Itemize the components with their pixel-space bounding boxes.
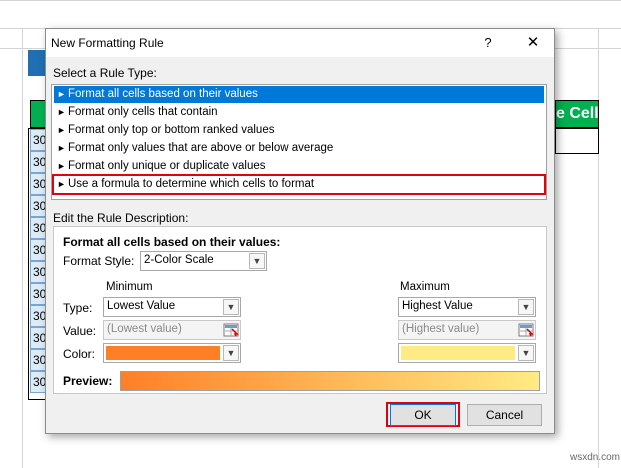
dialog-title: New Formatting Rule xyxy=(51,36,164,50)
maximum-color-picker[interactable]: ▼ xyxy=(398,343,536,363)
sheet-gridline xyxy=(22,28,23,468)
maximum-value-input[interactable]: (Highest value) xyxy=(398,320,536,340)
chevron-down-icon[interactable]: ▼ xyxy=(518,345,534,361)
rule-description-panel: Format all cells based on their values: … xyxy=(53,226,547,394)
chevron-down-icon[interactable]: ▼ xyxy=(223,299,239,315)
range-select-icon[interactable] xyxy=(518,322,534,338)
title-bar: New Formatting Rule ? ✕ xyxy=(46,29,554,57)
chevron-down-icon[interactable]: ▼ xyxy=(518,299,534,315)
watermark: wsxdn.com xyxy=(570,452,621,463)
rule-type-label: Format only cells that contain xyxy=(68,106,218,118)
triangle-right-icon: ► xyxy=(57,89,66,99)
maximum-heading: Maximum xyxy=(400,281,450,293)
minimum-type-dropdown[interactable]: Lowest Value ▼ xyxy=(103,297,241,317)
new-formatting-rule-dialog: New Formatting Rule ? ✕ Select a Rule Ty… xyxy=(45,28,555,434)
rule-type-label: Format only values that are above or bel… xyxy=(68,142,334,154)
chevron-down-icon[interactable]: ▼ xyxy=(223,345,239,361)
cancel-button[interactable]: Cancel xyxy=(467,404,542,426)
value-label: Value: xyxy=(63,324,97,338)
rule-type-label: Format only top or bottom ranked values xyxy=(68,124,275,136)
minimum-type-value: Lowest Value xyxy=(107,300,176,312)
sheet-gridline xyxy=(0,0,621,1)
rule-type-label: Format all cells based on their values xyxy=(68,88,258,100)
rule-type-label: Use a formula to determine which cells t… xyxy=(68,178,315,190)
edit-description-label: Edit the Rule Description: xyxy=(53,211,188,225)
triangle-right-icon: ► xyxy=(57,161,66,171)
maximum-color-swatch xyxy=(401,346,515,360)
rule-type-item[interactable]: ► Format only values that are above or be… xyxy=(54,140,544,157)
preview-gradient xyxy=(120,371,540,391)
minimum-value-input[interactable]: (Lowest value) xyxy=(103,320,241,340)
rule-type-item[interactable]: ► Format only cells that contain xyxy=(54,104,544,121)
rule-type-item[interactable]: ► Format only unique or duplicate values xyxy=(54,158,544,175)
maximum-type-value: Highest Value xyxy=(402,300,473,312)
rule-type-item[interactable]: ► Format all cells based on their values xyxy=(54,86,544,103)
maximum-type-dropdown[interactable]: Highest Value ▼ xyxy=(398,297,536,317)
range-select-icon[interactable] xyxy=(223,322,239,338)
select-rule-type-text: Select a Rule Type: xyxy=(53,66,157,80)
minimum-heading: Minimum xyxy=(106,281,153,293)
format-style-dropdown[interactable]: 2-Color Scale ▼ xyxy=(140,251,267,271)
close-button[interactable]: ✕ xyxy=(522,33,544,53)
header-green-cell-right: e Cell xyxy=(555,100,599,128)
ok-button[interactable]: OK xyxy=(390,404,456,426)
rule-type-item[interactable]: ► Format only top or bottom ranked values xyxy=(54,122,544,139)
header-cell-text: e Cell xyxy=(556,105,599,122)
select-rule-type-label: Select a Rule Type: xyxy=(53,66,157,80)
preview-label: Preview: xyxy=(63,374,113,388)
minimum-value-placeholder: (Lowest value) xyxy=(107,323,182,335)
edit-description-text: Edit the Rule Description: xyxy=(53,211,189,225)
sheet-gridline xyxy=(598,28,599,468)
help-button[interactable]: ? xyxy=(478,33,498,53)
rule-type-label: Format only unique or duplicate values xyxy=(68,160,266,172)
rule-type-item[interactable]: ► Use a formula to determine which cells … xyxy=(52,174,546,195)
minimum-color-swatch xyxy=(106,346,220,360)
rule-type-list[interactable]: ► Format all cells based on their values ►… xyxy=(51,84,547,200)
triangle-right-icon: ► xyxy=(57,107,66,117)
triangle-right-icon: ► xyxy=(57,179,66,189)
format-style-label: Format Style: xyxy=(63,254,135,268)
chevron-down-icon[interactable]: ▼ xyxy=(249,253,265,269)
color-label: Color: xyxy=(63,347,96,361)
triangle-right-icon: ► xyxy=(57,143,66,153)
white-cell-right xyxy=(555,128,599,154)
format-style-value: 2-Color Scale xyxy=(144,254,214,266)
maximum-value-placeholder: (Highest value) xyxy=(402,323,480,335)
header-blue-cell xyxy=(28,50,46,76)
triangle-right-icon: ► xyxy=(57,125,66,135)
description-heading: Format all cells based on their values: xyxy=(63,235,281,249)
minimum-color-picker[interactable]: ▼ xyxy=(103,343,241,363)
type-label: Type: xyxy=(63,301,93,315)
